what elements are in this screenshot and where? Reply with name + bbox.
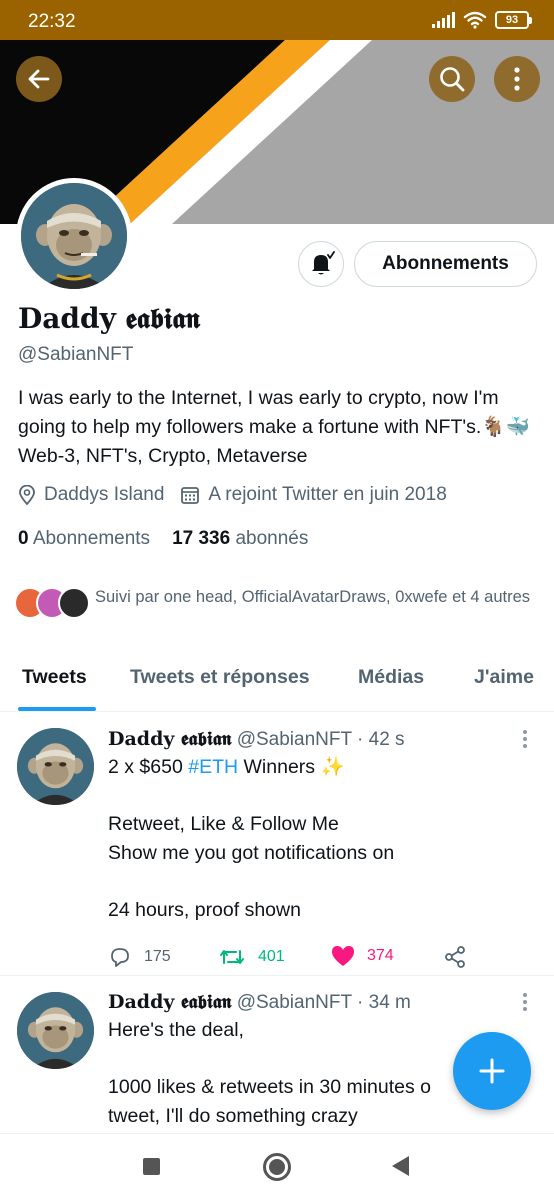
tweet-line: 24 hours, proof shown xyxy=(108,898,301,921)
tab-tweets-replies[interactable]: Tweets et réponses xyxy=(130,666,310,689)
active-tab-indicator xyxy=(18,707,96,711)
system-navigation-bar xyxy=(0,1133,554,1200)
followed-by[interactable]: Suivi par one head, OfficialAvatarDraws,… xyxy=(14,585,545,621)
home-button[interactable] xyxy=(263,1153,291,1181)
tweet-line: 2 x $650 #ETH Winners ✨ xyxy=(108,756,345,778)
reply-count: 175 xyxy=(144,948,171,965)
wifi-icon xyxy=(463,11,487,29)
compose-tweet-button[interactable] xyxy=(453,1032,531,1110)
follower-avatars xyxy=(14,585,90,621)
tweet-header: Daddy 𝖊𝖆𝖇𝖎𝖆𝖓 @SabianNFT · 34 m xyxy=(108,991,411,1014)
plus-icon xyxy=(479,1058,505,1084)
profile-bio: I was early to the Internet, I was early… xyxy=(18,387,530,467)
status-time: 22:32 xyxy=(28,11,76,32)
tweet-actions: 175 401 374 xyxy=(108,945,528,975)
ape-avatar-image xyxy=(21,183,127,289)
tweet[interactable]: Daddy 𝖊𝖆𝖇𝖎𝖆𝖓 @SabianNFT · 42 s 2 x $650 … xyxy=(0,713,554,975)
ape-avatar-image xyxy=(17,992,94,1069)
bell-check-icon xyxy=(312,251,335,275)
calendar-icon xyxy=(181,487,200,504)
more-options-button[interactable] xyxy=(494,56,540,102)
back-button[interactable] xyxy=(16,56,62,102)
follower-avatar xyxy=(58,587,90,619)
location-pin-icon xyxy=(19,485,35,505)
tweet-more-button[interactable] xyxy=(520,993,530,1014)
back-nav-button[interactable] xyxy=(392,1156,409,1176)
more-vertical-icon xyxy=(514,67,520,91)
followers-stat[interactable]: 17 336 abonnés xyxy=(172,528,308,550)
following-stat[interactable]: 0 Abonnements xyxy=(18,528,150,550)
battery-icon: 93 xyxy=(495,11,532,29)
recent-apps-button[interactable] xyxy=(143,1158,160,1175)
tab-media[interactable]: Médias xyxy=(358,666,424,689)
tweet-header: Daddy 𝖊𝖆𝖇𝖎𝖆𝖓 @SabianNFT · 42 s xyxy=(108,728,405,751)
heart-filled-icon xyxy=(332,946,354,966)
tweet-avatar[interactable] xyxy=(17,992,94,1069)
share-icon xyxy=(445,946,465,968)
status-bar: 22:32 93 xyxy=(0,0,554,40)
follow-stats: 0 Abonnements 17 336 abonnés xyxy=(18,528,330,550)
notifications-button[interactable] xyxy=(298,241,344,287)
tweet-time: · 34 m xyxy=(357,992,411,1013)
tweet-more-button[interactable] xyxy=(520,730,530,751)
ape-avatar-image xyxy=(17,728,94,805)
search-icon xyxy=(440,67,465,92)
tweet-line: Show me you got notifications on xyxy=(108,841,395,864)
like-button[interactable]: 374 xyxy=(331,945,394,967)
battery-level: 93 xyxy=(505,14,519,26)
location: Daddys Island xyxy=(18,484,164,506)
followers-label: abonnés xyxy=(235,528,309,549)
tweet-author-handle: @SabianNFT xyxy=(236,729,352,750)
profile-meta: Daddys Island A rejoint Twitter en juin … xyxy=(18,484,463,506)
followers-count: 17 336 xyxy=(172,528,231,549)
share-button[interactable] xyxy=(443,945,467,969)
like-count: 374 xyxy=(367,947,394,964)
search-button[interactable] xyxy=(429,56,475,102)
retweet-button[interactable]: 401 xyxy=(218,945,285,969)
retweet-icon xyxy=(220,950,244,964)
reply-button[interactable]: 175 xyxy=(108,945,171,969)
tweet-line: Retweet, Like & Follow Me xyxy=(108,813,339,835)
reply-icon xyxy=(111,948,129,967)
followed-by-text: Suivi par one head, OfficialAvatarDraws,… xyxy=(95,588,531,606)
following-count: 0 xyxy=(18,528,29,549)
join-date-text: A rejoint Twitter en juin 2018 xyxy=(208,484,447,505)
display-name: Daddy 𝖊𝖆𝖇𝖎𝖆𝖓 xyxy=(18,302,200,335)
tweet-author-name[interactable]: Daddy 𝖊𝖆𝖇𝖎𝖆𝖓 xyxy=(108,991,231,1013)
retweet-count: 401 xyxy=(258,948,285,965)
tweet-author-name[interactable]: Daddy 𝖊𝖆𝖇𝖎𝖆𝖓 xyxy=(108,728,231,750)
location-text: Daddys Island xyxy=(44,484,165,505)
tweet-text: 2 x $650 #ETH Winners ✨ Retweet, Like & … xyxy=(108,753,538,924)
tweet-author-handle: @SabianNFT xyxy=(236,992,352,1013)
following-label: Abonnements xyxy=(32,528,151,549)
signal-icon xyxy=(432,12,455,28)
profile-handle: @SabianNFT xyxy=(18,344,134,365)
tweet-avatar[interactable] xyxy=(17,728,94,805)
hashtag-link[interactable]: #ETH xyxy=(188,756,238,778)
tab-likes[interactable]: J'aime xyxy=(474,666,534,689)
arrow-left-icon xyxy=(28,69,50,89)
tab-tweets[interactable]: Tweets xyxy=(22,666,87,689)
tweet-time: · 42 s xyxy=(357,729,405,750)
profile-avatar[interactable] xyxy=(16,178,132,294)
status-icons: 93 xyxy=(432,11,532,29)
join-date: A rejoint Twitter en juin 2018 xyxy=(180,484,447,506)
profile-tabs: Tweets Tweets et réponses Médias J'aime xyxy=(0,652,554,712)
following-button[interactable]: Abonnements xyxy=(354,241,537,287)
